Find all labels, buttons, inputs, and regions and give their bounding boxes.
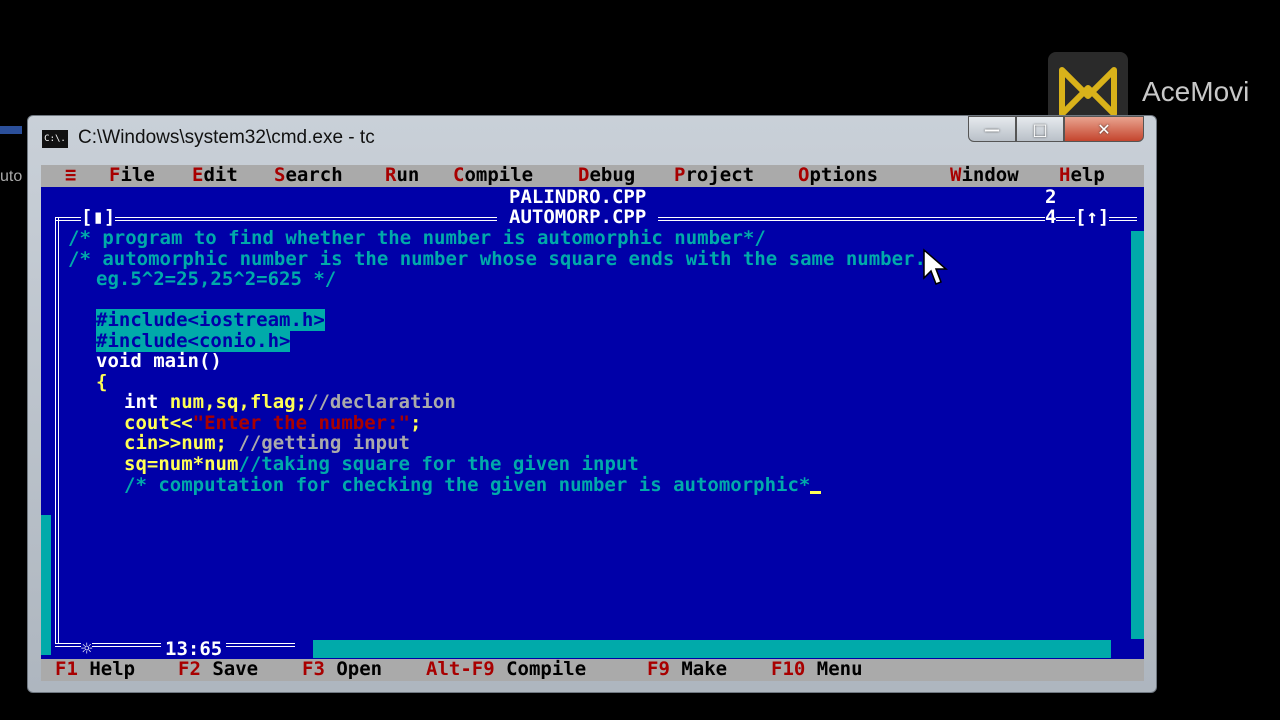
menu-search[interactable]: Search — [274, 165, 343, 186]
menu-help[interactable]: Help — [1059, 165, 1105, 186]
close-icon: ✕ — [1097, 120, 1111, 139]
f9-make[interactable]: F9 Make — [647, 659, 727, 680]
code-brace[interactable]: { — [96, 372, 107, 393]
menu-compile[interactable]: Compile — [453, 165, 533, 186]
editor-window-number: 4 — [1045, 206, 1057, 228]
background-window-number: 2 — [1045, 186, 1057, 208]
editor-close-box[interactable]: [▮] — [81, 207, 116, 228]
menu-options[interactable]: Options — [798, 165, 878, 186]
star-indicator: ☼ — [81, 638, 93, 660]
menu-project[interactable]: Project — [674, 165, 754, 186]
watermark-text: AceMovi — [1142, 76, 1250, 107]
turbo-c-screen: ≡ File Edit Search Run Compile Debug Pro… — [41, 165, 1144, 681]
code-cin[interactable]: cin>>num; //getting input — [124, 433, 410, 454]
horizontal-scrollbar[interactable] — [313, 640, 1111, 658]
desktop-edge-label: uto — [0, 168, 23, 185]
vertical-scrollbar[interactable] — [1131, 231, 1144, 639]
taskbar-fragment — [0, 126, 22, 134]
menu-edit[interactable]: Edit — [192, 165, 238, 186]
menu-window[interactable]: Window — [950, 165, 1019, 186]
f3-open[interactable]: F3 Open — [302, 659, 382, 680]
code-declaration[interactable]: int num,sq,flag;//declaration — [124, 392, 456, 413]
background-window-title[interactable]: PALINDRO.CPP — [509, 187, 646, 208]
window-title: C:\Windows\system32\cmd.exe - tc — [78, 127, 375, 148]
mouse-pointer-icon — [923, 248, 948, 285]
f10-menu[interactable]: F10 Menu — [771, 659, 863, 680]
editor-file-title: AUTOMORP.CPP — [497, 207, 659, 228]
status-bar: F1 Help F2 Save F3 Open Alt-F9 Compile F… — [41, 659, 1144, 681]
close-button[interactable]: ✕ — [1064, 116, 1144, 142]
editor-zoom-box[interactable]: [↑] — [1075, 207, 1110, 228]
code-computation-comment[interactable]: /* computation for checking the given nu… — [124, 475, 822, 496]
cursor-position: 13:65 — [161, 639, 227, 660]
minimize-icon: — — [984, 120, 1000, 139]
menu-run[interactable]: Run — [385, 165, 419, 186]
code-line-3[interactable]: eg.5^2=25,25^2=625 */ — [96, 269, 336, 290]
f1-help[interactable]: F1 Help — [55, 659, 135, 680]
code-include-2[interactable]: #include<conio.h> — [96, 330, 291, 352]
cmd-app-icon[interactable]: C:\. — [42, 130, 68, 148]
menu-file[interactable]: File — [109, 165, 155, 186]
code-line-2[interactable]: /* automorphic number is the number whos… — [68, 249, 926, 270]
desktop-edge: uto — [0, 120, 24, 190]
f2-save[interactable]: F2 Save — [178, 659, 258, 680]
maximize-button[interactable]: □ — [1016, 116, 1064, 142]
menu-bar: ≡ File Edit Search Run Compile Debug Pro… — [41, 165, 1144, 187]
frame-accent — [41, 515, 51, 655]
system-menu[interactable]: ≡ — [65, 165, 76, 186]
code-square[interactable]: sq=num*num//taking square for the given … — [124, 454, 639, 475]
menu-debug[interactable]: Debug — [578, 165, 635, 186]
text-caret — [810, 490, 822, 494]
minimize-button[interactable]: — — [968, 116, 1016, 142]
code-main[interactable]: void main() — [96, 351, 222, 372]
editor-frame-left — [55, 217, 59, 643]
maximize-icon: □ — [1032, 120, 1048, 139]
code-cout[interactable]: cout<<"Enter the number:"; — [124, 413, 421, 434]
code-line-1[interactable]: /* program to find whether the number is… — [68, 228, 766, 249]
alt-f9-compile[interactable]: Alt-F9 Compile — [426, 659, 586, 680]
code-include-1[interactable]: #include<iostream.h> — [96, 309, 325, 331]
